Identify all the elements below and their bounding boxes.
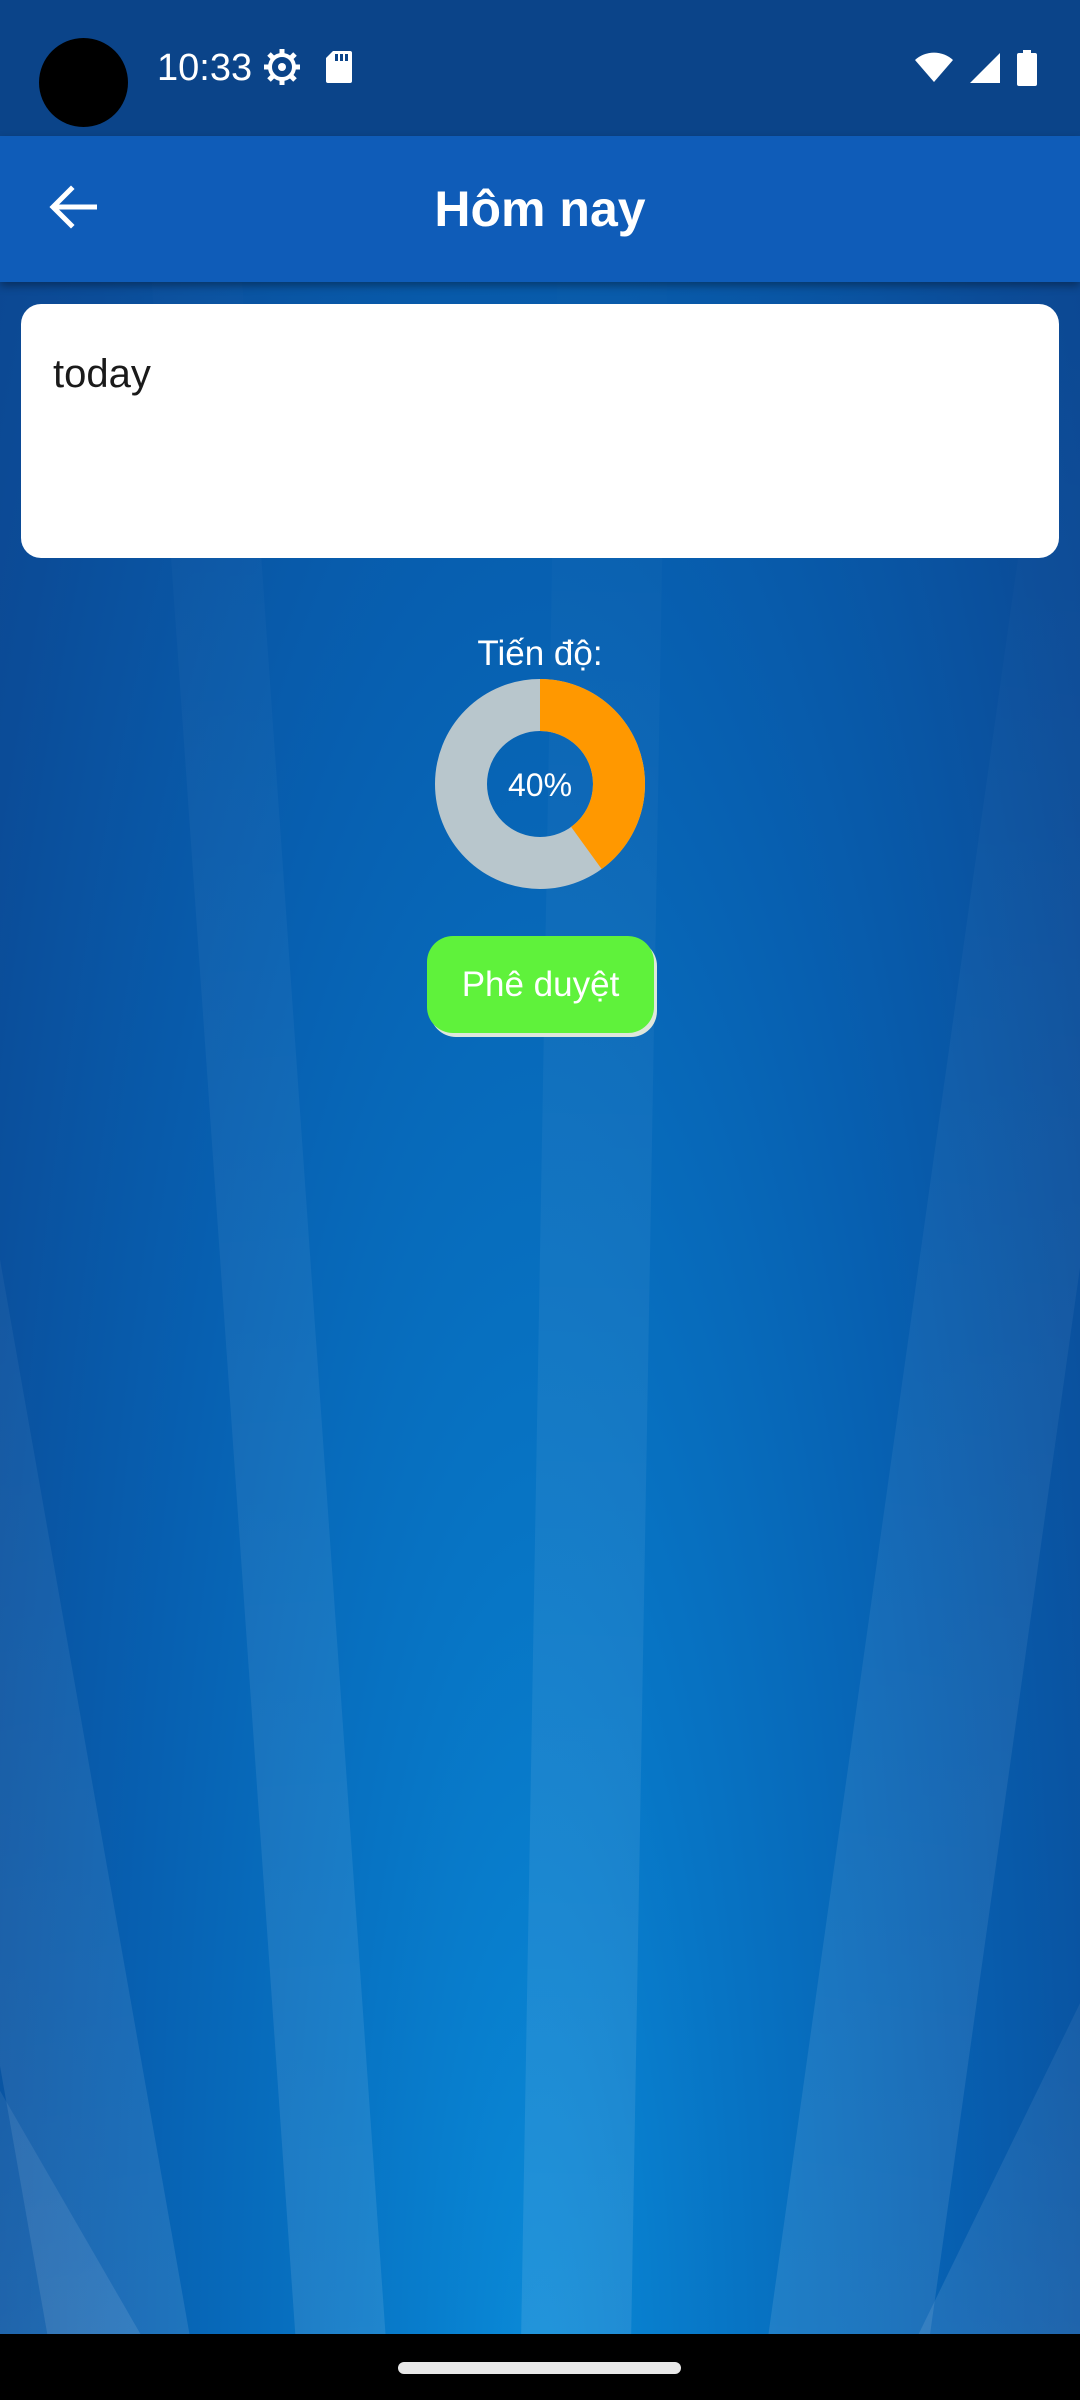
- background-ray: [760, 309, 1080, 2400]
- camera-cutout: [39, 38, 128, 127]
- status-bar: 10:33: [0, 0, 1080, 136]
- status-right-icons: [914, 50, 1038, 91]
- progress-label: Tiến độ:: [477, 634, 603, 673]
- battery-icon: [1016, 50, 1038, 91]
- task-name: today: [53, 352, 151, 396]
- sd-card-icon: [324, 49, 354, 90]
- page-title: Hôm nay: [434, 181, 646, 237]
- settings-gear-icon: [262, 47, 302, 92]
- arrow-back-icon: [49, 184, 98, 234]
- progress-percent: 40%: [508, 767, 572, 803]
- status-time: 10:33: [157, 47, 253, 89]
- home-indicator[interactable]: [398, 2362, 681, 2374]
- status-left-icons: [262, 47, 354, 92]
- cellular-signal-icon: [968, 52, 1002, 89]
- approve-button[interactable]: Phê duyệt: [427, 936, 654, 1033]
- wifi-icon: [914, 52, 954, 89]
- progress-donut-chart: 40%: [435, 679, 645, 889]
- background-ray: [0, 418, 199, 2400]
- app-bar: Hôm nay: [0, 136, 1080, 282]
- task-card: today: [21, 304, 1059, 558]
- back-button[interactable]: [30, 171, 116, 247]
